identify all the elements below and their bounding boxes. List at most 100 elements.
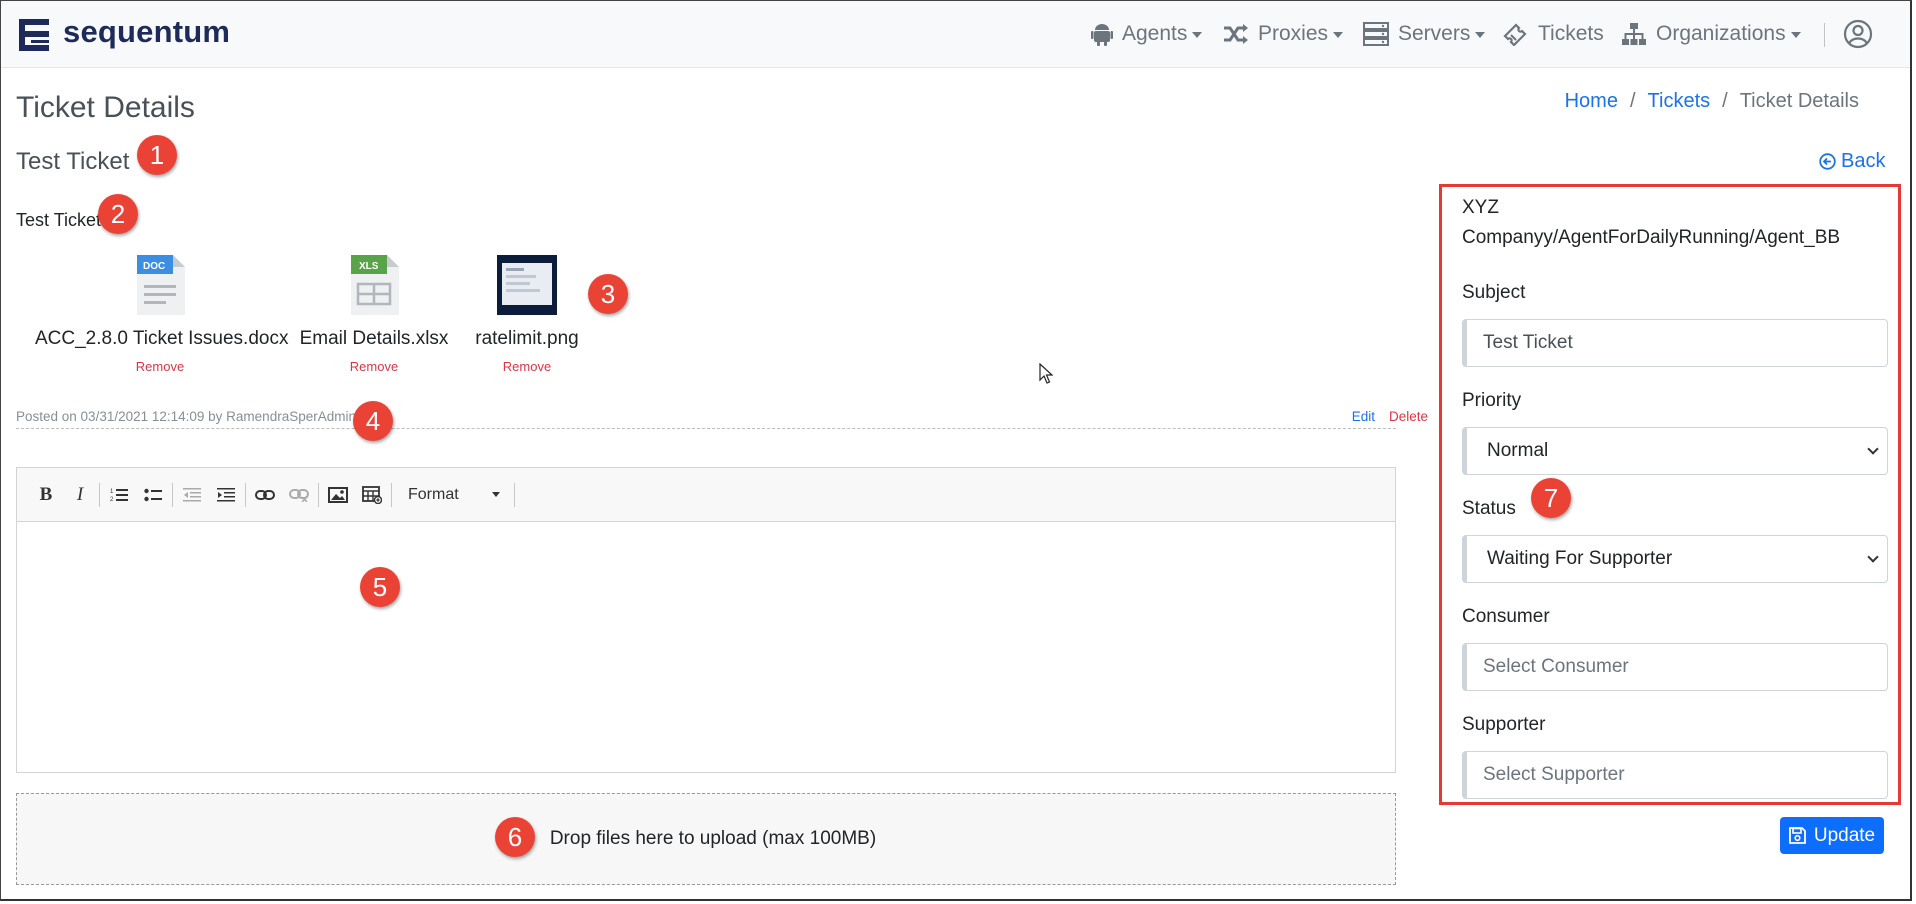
- sitemap-icon: [1622, 23, 1646, 45]
- edit-link[interactable]: Edit: [1352, 409, 1375, 424]
- breadcrumb: Home / Tickets / Ticket Details: [1565, 90, 1859, 113]
- breadcrumb-separator: /: [1722, 90, 1728, 112]
- indent-button[interactable]: [209, 478, 243, 512]
- nav-servers[interactable]: Servers: [1363, 19, 1486, 49]
- attachment-name: ratelimit.png: [475, 328, 579, 349]
- supporter-placeholder: Select Supporter: [1483, 764, 1625, 785]
- italic-button[interactable]: I: [63, 478, 97, 512]
- toolbar-separator: [245, 482, 246, 507]
- nav-servers-label: Servers: [1398, 22, 1471, 45]
- arrow-left-circle-icon: [1819, 153, 1836, 170]
- subject-value: Test Ticket: [1483, 332, 1573, 353]
- priority-label: Priority: [1462, 390, 1522, 411]
- ticket-properties-panel: XYZ Companyy/AgentForDailyRunning/Agent_…: [1439, 184, 1901, 805]
- bulleted-list-button[interactable]: [136, 478, 170, 512]
- chevron-down-icon: [1867, 550, 1879, 563]
- nav-organizations[interactable]: Organizations: [1621, 19, 1801, 49]
- link-button[interactable]: [248, 478, 282, 512]
- priority-value: Normal: [1487, 440, 1549, 461]
- page-title: Ticket Details: [16, 91, 195, 124]
- shuffle-icon: [1224, 24, 1248, 44]
- supporter-label: Supporter: [1462, 714, 1546, 735]
- annotation-badge: 4: [353, 401, 393, 441]
- annotation-badge: 3: [588, 274, 628, 314]
- toolbar-separator: [318, 482, 319, 507]
- attachment-name: ACC_2.8.0 Ticket Issues.docx: [35, 328, 289, 349]
- caret-down-icon: [492, 492, 500, 497]
- chevron-down-icon: [1475, 32, 1486, 38]
- attachment-xlsx[interactable]: XLS Email Details.xlsx Remove: [299, 255, 449, 374]
- numbered-list-button[interactable]: 12: [102, 478, 136, 512]
- ticket-body: Test Ticket: [16, 210, 102, 230]
- app-window: sequentum Agents Proxies Servers Tickets…: [0, 0, 1912, 901]
- attachment-remove-link[interactable]: Remove: [467, 359, 587, 374]
- format-dropdown[interactable]: Format: [394, 486, 512, 504]
- svg-text:2: 2: [110, 497, 114, 503]
- unlink-button[interactable]: [282, 478, 316, 512]
- consumer-select[interactable]: Select Consumer: [1462, 643, 1888, 691]
- delete-link[interactable]: Delete: [1389, 409, 1428, 424]
- chevron-down-icon: [1192, 32, 1203, 38]
- update-label: Update: [1813, 824, 1876, 846]
- bold-button[interactable]: B: [29, 478, 63, 512]
- table-button[interactable]: [355, 478, 389, 512]
- subject-field[interactable]: Test Ticket: [1462, 319, 1888, 367]
- link-icon: [255, 489, 275, 500]
- nav-proxies-label: Proxies: [1258, 22, 1329, 45]
- toolbar-separator: [514, 482, 515, 507]
- annotation-badge: 6: [495, 817, 535, 857]
- doc-file-icon: DOC: [137, 255, 185, 315]
- save-icon: [1788, 827, 1806, 844]
- editor-toolbar: B I 12 Format: [17, 468, 1395, 522]
- toolbar-separator: [99, 482, 100, 507]
- svg-text:DOC: DOC: [143, 261, 165, 272]
- file-dropzone[interactable]: Drop files here to upload (max 100MB): [16, 793, 1396, 885]
- nav-tickets[interactable]: Tickets: [1503, 19, 1604, 49]
- attachment-remove-link[interactable]: Remove: [299, 359, 449, 374]
- ticket-subject: Test Ticket: [16, 148, 130, 175]
- attachment-png[interactable]: ratelimit.png Remove: [467, 255, 587, 374]
- table-icon: [362, 485, 382, 504]
- attachment-docx[interactable]: DOC ACC_2.8.0 Ticket Issues.docx Remove: [35, 255, 289, 374]
- back-link[interactable]: Back: [1819, 150, 1885, 173]
- nav-proxies[interactable]: Proxies: [1223, 19, 1344, 49]
- brand-name[interactable]: sequentum: [63, 14, 230, 50]
- outdent-button[interactable]: [175, 478, 209, 512]
- chevron-down-icon: [1790, 32, 1801, 38]
- breadcrumb-home[interactable]: Home: [1565, 90, 1618, 113]
- android-icon: [1091, 24, 1113, 46]
- nav-divider: [1824, 23, 1825, 47]
- consumer-placeholder: Select Consumer: [1483, 656, 1629, 677]
- image-button[interactable]: [321, 478, 355, 512]
- back-label: Back: [1841, 150, 1886, 172]
- editor-content-area[interactable]: [17, 522, 1395, 772]
- chevron-down-icon: [1867, 442, 1879, 455]
- indent-icon: [217, 487, 235, 501]
- toolbar-separator: [172, 482, 173, 507]
- attachment-remove-link[interactable]: Remove: [35, 359, 285, 374]
- user-circle-icon[interactable]: [1843, 19, 1873, 49]
- nav-agents-label: Agents: [1122, 22, 1188, 45]
- post-actions: Edit Delete: [1352, 409, 1428, 424]
- chevron-down-icon: [1333, 32, 1344, 38]
- ticket-icon: [1503, 23, 1527, 46]
- dropzone-label: Drop files here to upload (max 100MB): [549, 828, 877, 849]
- bulleted-list-icon: [144, 488, 162, 501]
- update-button[interactable]: Update: [1780, 817, 1884, 854]
- format-label: Format: [408, 485, 459, 503]
- priority-select[interactable]: Normal: [1462, 427, 1888, 475]
- top-navbar: sequentum Agents Proxies Servers Tickets…: [1, 1, 1910, 68]
- nav-agents[interactable]: Agents: [1091, 19, 1203, 49]
- breadcrumb-tickets[interactable]: Tickets: [1648, 90, 1711, 113]
- status-select[interactable]: Waiting For Supporter: [1462, 535, 1888, 583]
- status-value: Waiting For Supporter: [1487, 548, 1673, 569]
- rich-text-editor: B I 12 Format: [16, 467, 1396, 773]
- annotation-badge: 7: [1531, 478, 1571, 518]
- agent-path: XYZ Companyy/AgentForDailyRunning/Agent_…: [1462, 197, 1841, 248]
- supporter-select[interactable]: Select Supporter: [1462, 751, 1888, 799]
- sequentum-logo-icon[interactable]: [16, 16, 52, 54]
- server-icon: [1363, 22, 1389, 46]
- image-icon: [328, 486, 348, 503]
- xls-file-icon: XLS: [351, 255, 399, 315]
- annotation-badge: 5: [360, 567, 400, 607]
